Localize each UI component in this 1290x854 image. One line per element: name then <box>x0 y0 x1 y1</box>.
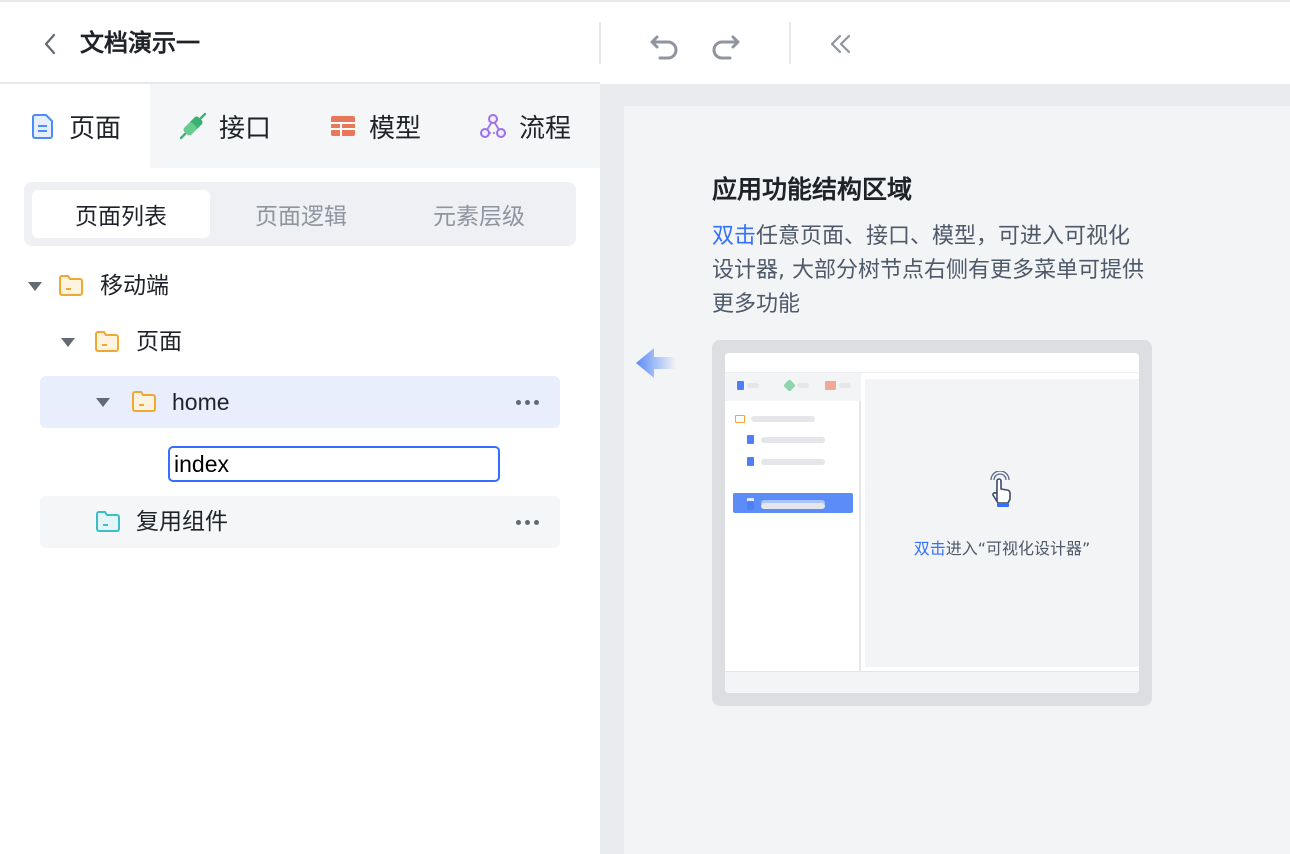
help-text: 双击任意页面、接口、模型，可进入可视化设计器, 大部分树节点右侧有更多菜单可提供… <box>712 220 1152 322</box>
illustration-line <box>761 503 825 509</box>
caret-down-icon[interactable] <box>61 338 75 347</box>
tree-node-label: home <box>172 389 230 415</box>
caption-body: 进入“可视化设计器” <box>945 539 1091 558</box>
folder-icon <box>96 511 120 532</box>
more-icon[interactable] <box>516 520 540 526</box>
folder-icon <box>59 275 83 296</box>
page-file-icon <box>31 114 53 139</box>
help-text-emphasis: 双击 <box>712 224 757 249</box>
undo-icon[interactable] <box>648 28 682 60</box>
document-title: 文档演示一 <box>80 29 200 57</box>
page-file-icon <box>747 457 754 466</box>
tab-label: 模型 <box>368 113 421 144</box>
illustration-line <box>747 383 759 388</box>
page-file-icon <box>737 381 744 390</box>
view-segmented-control: 页面列表 页面逻辑 元素层级 <box>24 182 576 246</box>
illustration-line <box>761 459 825 465</box>
segment-page-logic[interactable]: 页面逻辑 <box>212 190 390 238</box>
tree-node-label: 移动端 <box>100 273 169 299</box>
illustration-line <box>761 437 825 443</box>
table-icon <box>825 381 836 390</box>
tab-models[interactable]: 模型 <box>300 84 450 168</box>
illustration-window: 双击进入“可视化设计器” <box>725 353 1139 693</box>
tab-flows[interactable]: 流程 <box>450 84 600 168</box>
segment-page-list[interactable]: 页面列表 <box>32 190 210 238</box>
tab-label: 接口 <box>218 113 271 144</box>
illustration-line <box>751 416 815 422</box>
folder-icon <box>95 331 119 352</box>
illustration-tabs <box>725 373 861 401</box>
arrow-left-icon <box>636 348 676 378</box>
table-icon <box>330 116 355 136</box>
header-divider <box>789 22 791 64</box>
chevron-left-icon[interactable] <box>38 30 64 58</box>
resource-tabs: 页面 接口 模型 流程 <box>0 84 600 168</box>
tree-node-reusable-components[interactable]: 复用组件 <box>40 496 560 548</box>
help-text-body: 任意页面、接口、模型，可进入可视化设计器, 大部分树节点右侧有更多菜单可提供更多… <box>712 224 1144 317</box>
caption-emphasis: 双击 <box>913 539 946 558</box>
folder-icon <box>735 415 745 423</box>
tab-pages[interactable]: 页面 <box>0 84 150 168</box>
tree-node-mobile[interactable]: 移动端 <box>0 260 560 312</box>
illustration-sidebar <box>725 373 861 671</box>
help-title: 应用功能结构区域 <box>712 175 913 204</box>
tree-node-label: 页面 <box>136 329 182 355</box>
hand-pointer-icon <box>990 471 1011 507</box>
help-area: 应用功能结构区域 双击任意页面、接口、模型，可进入可视化设计器, 大部分树节点右… <box>624 106 1290 854</box>
tab-label: 页面 <box>68 113 121 144</box>
plug-icon <box>179 112 207 140</box>
rename-input[interactable] <box>168 446 500 482</box>
illustration-line <box>797 383 809 388</box>
caret-down-icon[interactable] <box>28 282 42 291</box>
app-header: 文档演示一 <box>0 2 1290 82</box>
caret-down-icon[interactable] <box>96 398 110 407</box>
double-chevron-left-icon[interactable] <box>824 28 858 60</box>
tab-label: 流程 <box>518 113 571 144</box>
illustration-caption: 双击进入“可视化设计器” <box>725 535 1139 559</box>
plug-icon <box>783 379 796 392</box>
illustration-canvas <box>865 379 1139 667</box>
tab-interfaces[interactable]: 接口 <box>150 84 300 168</box>
illustration-line <box>839 383 851 388</box>
right-panel: 应用功能结构区域 双击任意页面、接口、模型，可进入可视化设计器, 大部分树节点右… <box>600 84 1290 854</box>
more-icon[interactable] <box>516 400 540 406</box>
segment-element-hierarchy[interactable]: 元素层级 <box>390 190 568 238</box>
header-divider <box>599 22 601 64</box>
page-file-icon <box>747 501 754 510</box>
flow-icon <box>479 114 506 138</box>
illustration-bottombar <box>725 671 1139 693</box>
illustration-topbar <box>725 353 1139 373</box>
redo-icon[interactable] <box>708 28 742 60</box>
tree-node-home[interactable]: home <box>40 376 560 428</box>
tree-node-label: 复用组件 <box>136 509 228 535</box>
folder-icon <box>132 391 156 412</box>
page-file-icon <box>747 435 754 444</box>
designer-illustration: 双击进入“可视化设计器” <box>712 340 1152 706</box>
tree-node-pages[interactable]: 页面 <box>0 316 560 368</box>
